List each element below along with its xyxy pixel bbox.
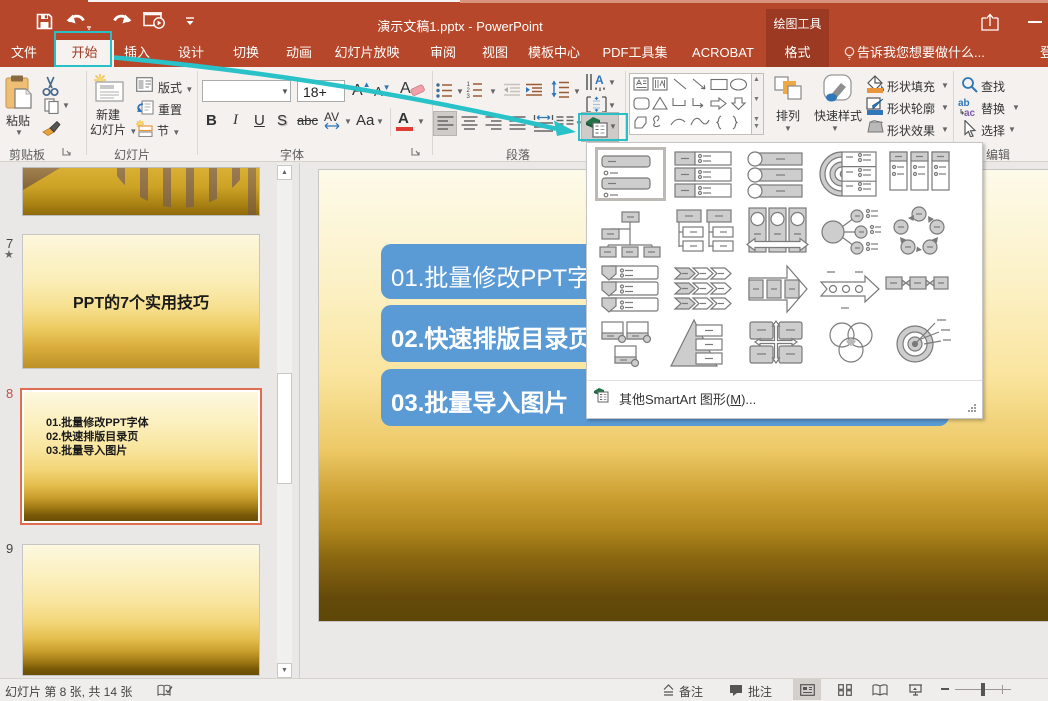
svg-text:A: A <box>595 73 604 87</box>
svg-text:ac: ac <box>964 108 976 117</box>
